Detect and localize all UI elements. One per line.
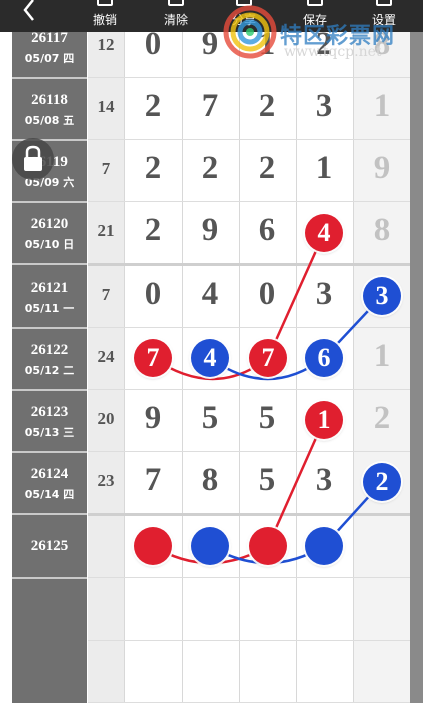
blue-ball[interactable]: 6 xyxy=(305,339,343,377)
back-icon[interactable] xyxy=(16,0,42,22)
undo-icon xyxy=(97,0,113,6)
red-ball-empty[interactable] xyxy=(249,527,287,565)
blue-trend-line xyxy=(209,481,383,565)
lock-button[interactable] xyxy=(12,138,54,180)
blue-ball[interactable]: 2 xyxy=(363,463,401,501)
blue-ball-empty[interactable] xyxy=(305,527,343,565)
red-ball-empty[interactable] xyxy=(134,527,172,565)
red-ball[interactable]: 7 xyxy=(249,339,287,377)
clear-button[interactable]: 清除 xyxy=(150,0,202,30)
watermark-url: www.tqcp.net xyxy=(284,44,382,60)
watermark-logo-icon xyxy=(223,5,277,59)
red-trend-line xyxy=(152,419,326,565)
undo-button[interactable]: 撤销 xyxy=(79,0,131,30)
red-trend-line xyxy=(152,232,326,381)
blue-ball[interactable]: 4 xyxy=(191,339,229,377)
watermark: 特区彩票网 www.tqcp.net xyxy=(220,2,420,64)
red-ball[interactable]: 7 xyxy=(134,339,172,377)
blue-trend-line xyxy=(209,295,383,381)
blue-ball[interactable]: 3 xyxy=(363,277,401,315)
trash-icon xyxy=(168,0,184,6)
red-ball[interactable]: 4 xyxy=(305,214,343,252)
blue-ball-empty[interactable] xyxy=(191,527,229,565)
red-ball[interactable]: 1 xyxy=(305,401,343,439)
lock-icon xyxy=(24,145,42,171)
